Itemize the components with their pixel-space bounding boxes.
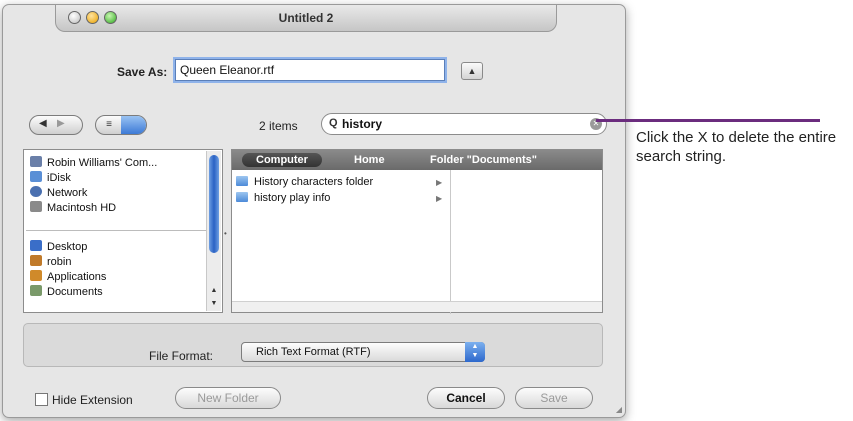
callout-line <box>596 119 820 122</box>
column-divider[interactable] <box>450 170 451 314</box>
back-forward-buttons[interactable]: ◀ ▶ <box>29 115 83 135</box>
computer-icon <box>30 156 42 167</box>
scroll-up-icon[interactable]: ▲ <box>207 285 221 297</box>
sidebar-item-label: Documents <box>47 286 103 298</box>
sidebar-item-documents[interactable]: Documents <box>30 285 103 299</box>
sidebar-item-label: robin <box>47 256 72 268</box>
sidebar-item-computer[interactable]: Robin Williams' Com... <box>30 156 157 170</box>
filename-field[interactable] <box>175 59 445 81</box>
document-icon <box>236 192 248 202</box>
sidebar: Robin Williams' Com... iDisk Network Mac… <box>23 149 223 313</box>
search-field[interactable]: Q history ✕ <box>321 113 607 135</box>
list-item-label: history play info <box>254 192 331 204</box>
sidebar-item-desktop[interactable]: Desktop <box>30 240 87 254</box>
items-count: 2 items <box>259 119 298 133</box>
checkbox-box[interactable] <box>35 393 48 406</box>
hide-extension-label: Hide Extension <box>52 393 133 407</box>
sidebar-scrollbar[interactable]: ▲ ▼ <box>206 151 221 311</box>
view-mode-buttons[interactable]: ≡ <box>95 115 147 135</box>
horizontal-scrollbar[interactable] <box>232 301 602 312</box>
save-dialog: Untitled 2 Save As: ▲ ◀ ▶ ≡ 2 items Q hi… <box>2 4 626 418</box>
expand-dialog-button[interactable]: ▲ <box>461 62 483 80</box>
splitter-handle-icon[interactable]: • <box>224 229 227 238</box>
triangle-up-icon: ▲ <box>467 66 477 76</box>
sidebar-item-applications[interactable]: Applications <box>30 270 106 284</box>
file-format-label: File Format: <box>149 349 214 363</box>
documents-icon <box>30 285 42 296</box>
new-folder-button[interactable]: New Folder <box>175 387 281 409</box>
title-bar: Untitled 2 <box>55 5 557 32</box>
chevron-right-icon: ▶ <box>436 178 443 187</box>
file-browser: Computer Home Folder "Documents" History… <box>231 149 603 314</box>
sidebar-item-label: Network <box>47 187 88 199</box>
search-icon: Q <box>329 117 338 129</box>
window-title: Untitled 2 <box>278 11 334 25</box>
desktop-icon <box>30 240 42 251</box>
scope-folder-documents-button[interactable]: Folder "Documents" <box>430 154 537 166</box>
back-arrow-icon[interactable]: ◀ <box>39 118 47 129</box>
cancel-button[interactable]: Cancel <box>427 387 505 409</box>
callout-text: Click the X to delete the entire search … <box>636 129 837 165</box>
scope-computer-button[interactable]: Computer <box>242 153 322 167</box>
list-item[interactable]: history play info <box>236 192 330 206</box>
column-view-icon[interactable] <box>121 116 146 134</box>
sidebar-item-label: Macintosh HD <box>47 202 117 214</box>
chevron-right-icon: ▶ <box>436 194 443 203</box>
sidebar-item-label: Applications <box>47 271 107 283</box>
idisk-icon <box>30 171 42 182</box>
file-format-select[interactable]: Rich Text Format (RTF) ▲ ▼ <box>241 342 485 362</box>
sidebar-item-label: iDisk <box>47 172 71 184</box>
folder-icon <box>236 176 248 186</box>
save-as-label: Save As: <box>117 65 168 79</box>
scrollbar-thumb[interactable] <box>209 155 219 253</box>
forward-arrow-icon[interactable]: ▶ <box>57 118 65 129</box>
sidebar-item-robin[interactable]: robin <box>30 255 71 269</box>
resize-grip-icon[interactable]: ◢ <box>616 405 622 414</box>
hard-drive-icon <box>30 201 42 212</box>
select-arrows-icon: ▲ ▼ <box>465 342 485 362</box>
search-scope-bar: Computer Home Folder "Documents" <box>232 150 602 170</box>
sidebar-divider <box>26 230 206 231</box>
sidebar-item-label: Desktop <box>47 241 88 253</box>
network-icon <box>30 186 42 197</box>
applications-icon <box>30 270 42 281</box>
sidebar-item-idisk[interactable]: iDisk <box>30 171 71 185</box>
sidebar-item-label: Robin Williams' Com... <box>47 157 158 169</box>
list-item-label: History characters folder <box>254 176 374 188</box>
home-icon <box>30 255 42 266</box>
hide-extension-checkbox[interactable]: Hide Extension <box>35 393 133 407</box>
list-view-icon[interactable]: ≡ <box>96 116 122 134</box>
sidebar-item-macintosh-hd[interactable]: Macintosh HD <box>30 201 116 215</box>
scroll-down-icon[interactable]: ▼ <box>207 298 221 310</box>
file-format-value: Rich Text Format (RTF) <box>256 346 371 358</box>
sidebar-item-network[interactable]: Network <box>30 186 87 200</box>
list-item[interactable]: History characters folder <box>236 176 373 190</box>
save-button[interactable]: Save <box>515 387 593 409</box>
search-query[interactable]: history <box>342 117 382 131</box>
scope-home-button[interactable]: Home <box>354 154 385 166</box>
